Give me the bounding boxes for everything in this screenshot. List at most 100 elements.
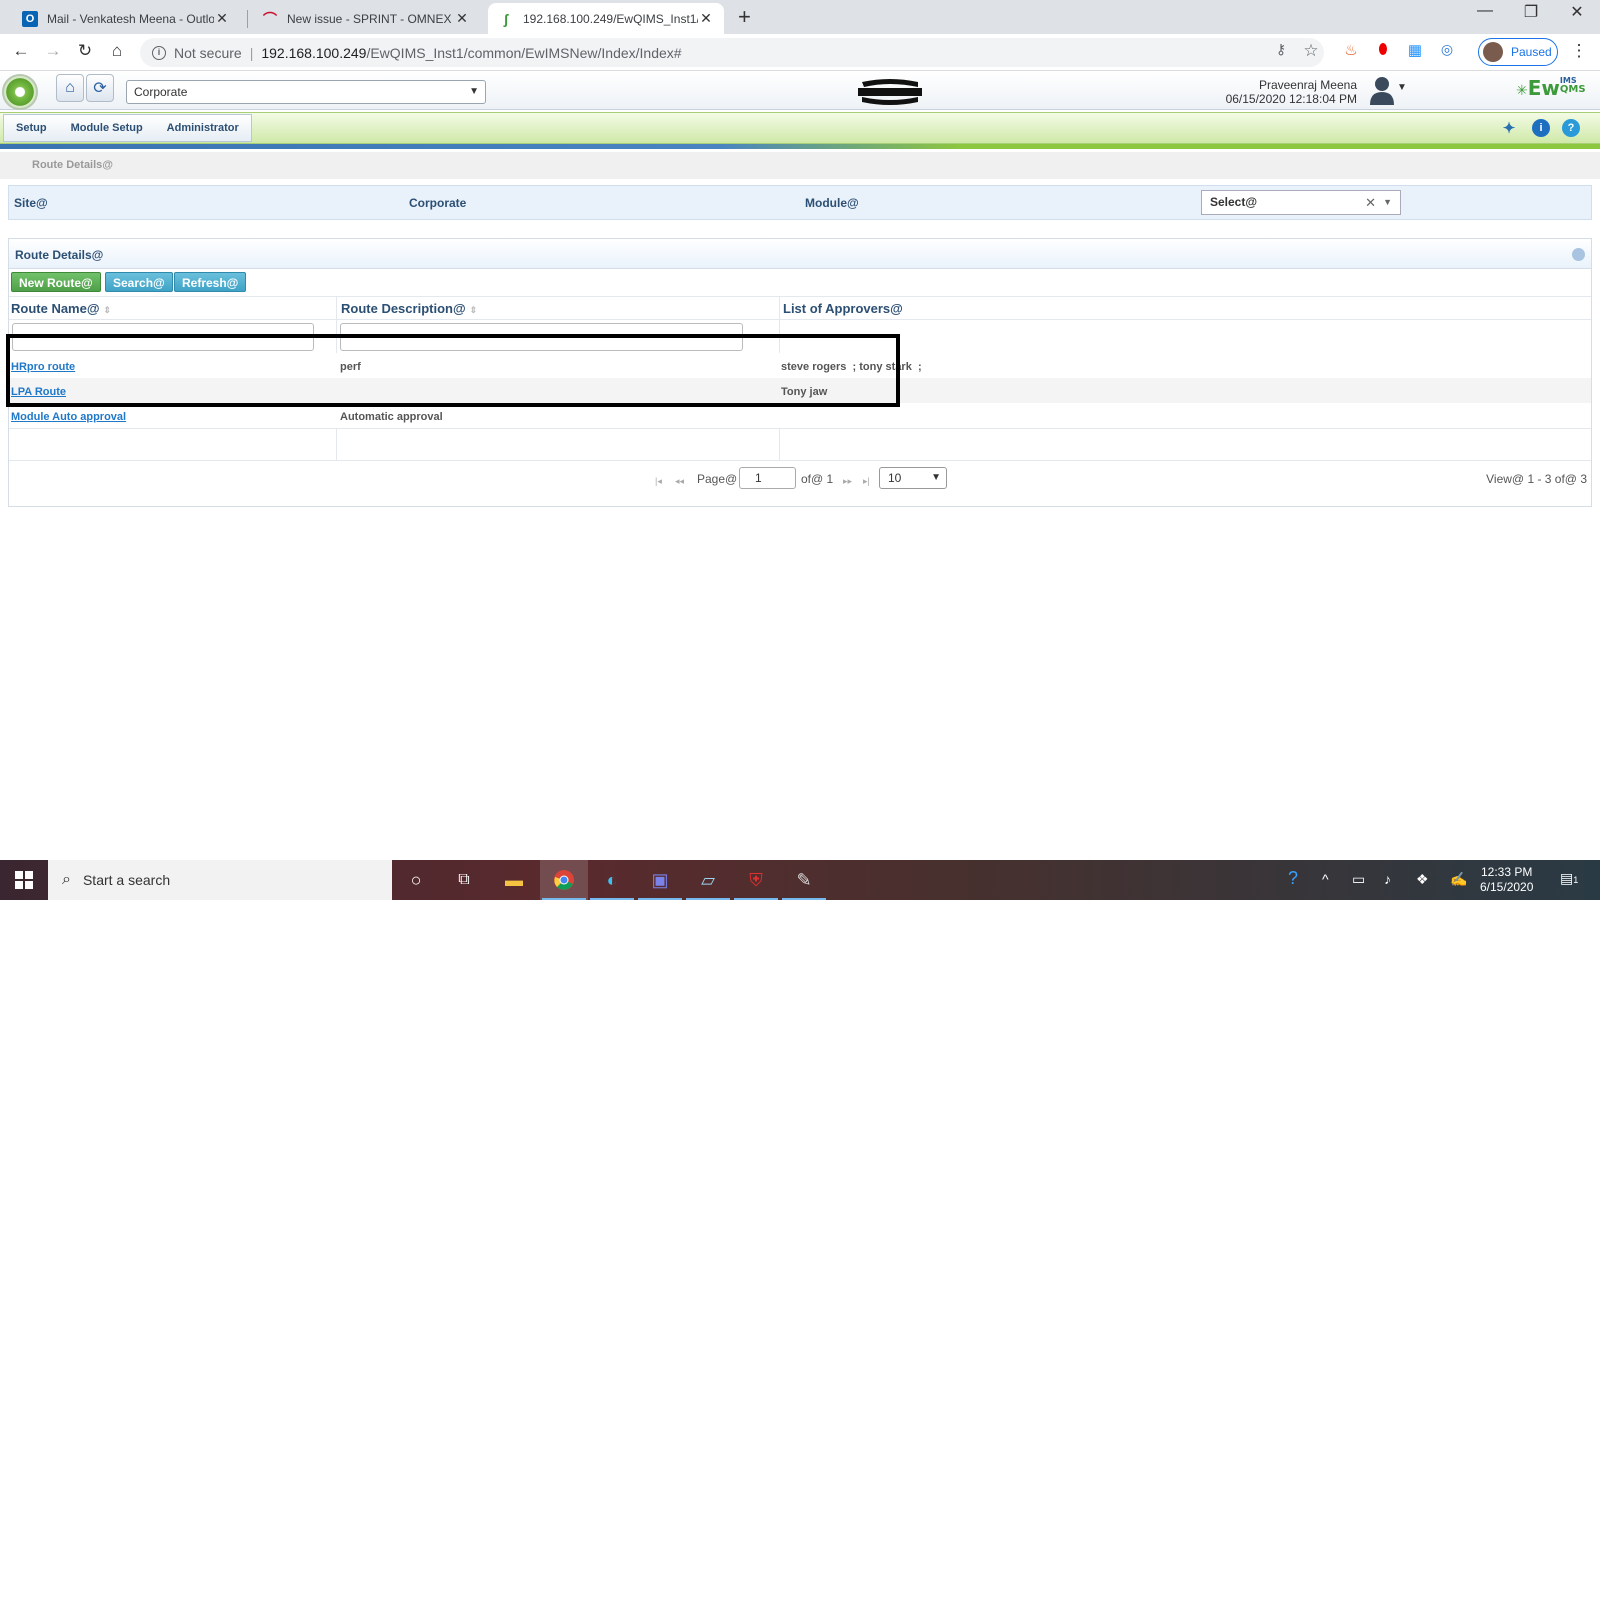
reload-icon[interactable]: ↻ bbox=[74, 41, 96, 61]
file-explorer-icon[interactable]: ▬ bbox=[490, 860, 538, 900]
prev-page-icon[interactable]: ◂◂ bbox=[675, 476, 684, 487]
windows-icon bbox=[15, 871, 33, 889]
next-page-icon[interactable]: ▸▸ bbox=[843, 476, 852, 487]
home-button[interactable]: ⌂ bbox=[56, 74, 84, 102]
home-icon: ⌂ bbox=[65, 79, 75, 96]
teams-icon[interactable]: ▣ bbox=[636, 860, 684, 900]
ewqims-favicon: ʃ bbox=[503, 10, 509, 27]
tab-ewqims[interactable]: ʃ 192.168.100.249/EwQIMS_Inst1/c ✕ bbox=[488, 3, 724, 34]
taskbar-clock[interactable]: 12:33 PM 6/15/2020 bbox=[1480, 865, 1533, 895]
pager-divider bbox=[9, 460, 1591, 461]
site-dropdown-value: Corporate bbox=[134, 85, 188, 99]
column-header-approvers[interactable]: List of Approvers@ bbox=[781, 298, 903, 319]
toolbox-app-icon[interactable]: ⛨ bbox=[732, 860, 780, 900]
restore-icon[interactable]: ❐ bbox=[1508, 2, 1554, 22]
browser-tab-strip: O Mail - Venkatesh Meena - Outlo ✕ ⌒ New… bbox=[0, 0, 1600, 34]
help-icon[interactable]: ? bbox=[1562, 119, 1580, 137]
page-size-value: 10 bbox=[888, 471, 902, 485]
minimize-icon[interactable]: — bbox=[1462, 2, 1508, 20]
extension-windows-icon[interactable]: ▦ bbox=[1404, 41, 1426, 59]
page-count: of@ 1 bbox=[801, 472, 834, 486]
info-icon[interactable]: i bbox=[152, 45, 166, 60]
notes-app-icon[interactable]: ▱ bbox=[684, 860, 732, 900]
cortana-icon[interactable]: ○ bbox=[392, 860, 440, 900]
asterisk-icon: ✳ bbox=[1516, 83, 1528, 99]
back-icon[interactable]: ← bbox=[10, 41, 32, 61]
tab-separator bbox=[247, 10, 248, 28]
profile-paused-button[interactable]: Paused bbox=[1478, 38, 1558, 66]
volume-icon[interactable]: ♪ bbox=[1384, 871, 1391, 887]
dropbox-icon[interactable]: ❖ bbox=[1416, 871, 1429, 888]
record-count: View@ 1 - 3 of@ 3 bbox=[1486, 472, 1587, 486]
site-dropdown[interactable]: Corporate ▼ bbox=[126, 80, 486, 104]
chevron-down-icon[interactable]: ▼ bbox=[1397, 82, 1407, 93]
sort-icon: ⇕ bbox=[469, 305, 478, 315]
active-indicator bbox=[686, 898, 730, 900]
notification-center-icon[interactable]: ▤1 bbox=[1560, 870, 1578, 887]
module-dropdown[interactable]: Select@ ✕ ▼ bbox=[1201, 190, 1401, 215]
pin-icon[interactable]: ✦ bbox=[1500, 119, 1518, 137]
close-icon[interactable]: ✕ bbox=[214, 10, 230, 27]
kebab-menu-icon[interactable]: ⋮ bbox=[1568, 41, 1590, 61]
column-header-label: Route Name@ bbox=[11, 301, 100, 316]
page-number-input[interactable]: 1 bbox=[739, 467, 796, 489]
window-close-icon[interactable]: ✕ bbox=[1554, 2, 1600, 22]
clock-date: 6/15/2020 bbox=[1480, 880, 1534, 894]
battery-icon[interactable]: ▭ bbox=[1352, 871, 1365, 888]
page-size-select[interactable]: 10 ▼ bbox=[879, 467, 947, 489]
column-header-route-name[interactable]: Route Name@ ⇕ bbox=[9, 298, 111, 319]
chrome-icon[interactable] bbox=[540, 860, 588, 900]
breadcrumb: Route Details@ bbox=[0, 152, 1600, 179]
url-host: 192.168.100.249 bbox=[261, 44, 367, 61]
extension-opera-icon[interactable]: ⬮ bbox=[1372, 41, 1394, 58]
taskbar-search-placeholder: Start a search bbox=[82, 872, 171, 888]
refresh-button[interactable]: ⟳ bbox=[86, 74, 114, 102]
filter-bar: Site@ Corporate Module@ Select@ ✕ ▼ bbox=[8, 185, 1592, 220]
tab-outlook[interactable]: O Mail - Venkatesh Meena - Outlo ✕ bbox=[12, 3, 240, 34]
home-icon[interactable]: ⌂ bbox=[106, 41, 128, 61]
forward-icon[interactable]: → bbox=[42, 41, 64, 61]
column-header-route-description[interactable]: Route Description@ ⇕ bbox=[339, 298, 477, 319]
avatar bbox=[1483, 42, 1503, 62]
extension-fire-icon[interactable]: ♨ bbox=[1340, 41, 1362, 59]
tab-jira[interactable]: ⌒ New issue - SPRINT - OMNEX IS ✕ bbox=[252, 3, 480, 34]
first-page-icon[interactable]: |◂ bbox=[655, 476, 662, 487]
clear-icon[interactable]: ✕ bbox=[1365, 191, 1376, 214]
help-icon[interactable]: ? bbox=[1288, 868, 1298, 889]
search-button[interactable]: Search@ bbox=[105, 272, 173, 292]
paint-app-icon[interactable]: ✎ bbox=[780, 860, 828, 900]
menu-item-setup[interactable]: Setup bbox=[4, 115, 59, 141]
menu-item-administrator[interactable]: Administrator bbox=[155, 115, 251, 141]
task-view-icon[interactable]: ⧉ bbox=[440, 860, 488, 900]
breadcrumb-current: Route Details@ bbox=[32, 159, 114, 171]
pen-icon[interactable]: ✍ bbox=[1450, 871, 1467, 888]
taskbar-search[interactable]: ⌕ Start a search bbox=[48, 860, 392, 900]
grid-divider bbox=[9, 296, 1591, 297]
start-button[interactable] bbox=[0, 860, 48, 900]
user-avatar-icon[interactable] bbox=[1368, 74, 1396, 106]
extension-sync-icon[interactable]: ◎ bbox=[1436, 41, 1458, 58]
notification-count: 1 bbox=[1573, 875, 1579, 885]
close-icon[interactable]: ✕ bbox=[698, 10, 714, 27]
windows-taskbar: ⌕ Start a search ○ ⧉ ▬ ◐ ▣ ▱ ⛨ ✎ ? ^ ▭ ♪… bbox=[0, 860, 1600, 900]
route-name-link[interactable]: Module Auto approval bbox=[11, 411, 126, 423]
close-icon[interactable]: ✕ bbox=[454, 10, 470, 27]
chevron-up-icon[interactable]: ^ bbox=[1322, 871, 1329, 887]
new-route-button[interactable]: New Route@ bbox=[11, 272, 101, 292]
new-tab-button[interactable]: + bbox=[738, 4, 751, 30]
chevron-down-icon: ▼ bbox=[469, 86, 479, 97]
last-page-icon[interactable]: ▸| bbox=[863, 476, 870, 487]
key-icon[interactable]: ⚷ bbox=[1270, 41, 1292, 58]
address-bar[interactable]: i Not secure | 192.168.100.249/EwQIMS_In… bbox=[140, 38, 1324, 67]
module-dropdown-value: Select@ bbox=[1210, 195, 1258, 209]
jira-icon: ⌒ bbox=[263, 10, 277, 27]
menu-item-module-setup[interactable]: Module Setup bbox=[59, 115, 155, 141]
star-icon[interactable]: ☆ bbox=[1300, 41, 1322, 61]
refresh-button[interactable]: Refresh@ bbox=[174, 272, 247, 292]
logo-sub: QMS bbox=[1559, 84, 1586, 95]
chevron-down-icon: ▼ bbox=[931, 472, 941, 483]
info-icon[interactable]: i bbox=[1532, 119, 1550, 137]
edge-icon[interactable]: ◐ bbox=[588, 860, 636, 900]
collapse-icon[interactable] bbox=[1572, 248, 1585, 261]
clock-time: 12:33 PM bbox=[1481, 865, 1533, 879]
